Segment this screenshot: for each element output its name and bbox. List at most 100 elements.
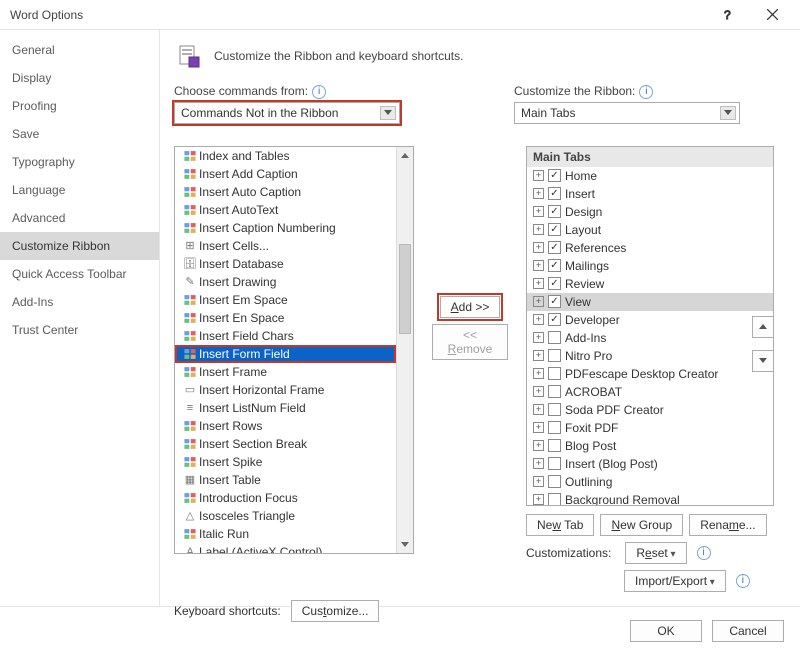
expand-icon[interactable]: + <box>533 494 544 505</box>
move-up-button[interactable] <box>752 316 774 338</box>
checkbox[interactable]: ✓ <box>548 277 561 290</box>
command-item[interactable]: Introduction Focus <box>175 489 396 507</box>
tree-item[interactable]: +PDFescape Desktop Creator <box>527 365 773 383</box>
sidebar-item-proofing[interactable]: Proofing <box>0 92 159 120</box>
tree-item[interactable]: +✓View <box>527 293 773 311</box>
tree-item[interactable]: +✓Review <box>527 275 773 293</box>
tree-item[interactable]: +✓Developer <box>527 311 773 329</box>
command-item[interactable]: △Isosceles Triangle <box>175 507 396 525</box>
tree-item[interactable]: +✓References <box>527 239 773 257</box>
ribbon-tree[interactable]: Main Tabs+✓Home+✓Insert+✓Design+✓Layout+… <box>526 146 774 506</box>
rename-button[interactable]: Rename... <box>689 514 766 536</box>
tree-item[interactable]: +Background Removal <box>527 491 773 505</box>
command-item[interactable]: Insert AutoText <box>175 201 396 219</box>
command-item[interactable]: ⊞Insert Cells... <box>175 237 396 255</box>
sidebar-item-trust-center[interactable]: Trust Center <box>0 316 159 344</box>
checkbox[interactable] <box>548 385 561 398</box>
sidebar-item-display[interactable]: Display <box>0 64 159 92</box>
scroll-up-button[interactable] <box>397 147 413 164</box>
import-export-menu-button[interactable]: Import/Export <box>624 570 726 592</box>
checkbox[interactable]: ✓ <box>548 241 561 254</box>
cancel-button[interactable]: Cancel <box>712 620 784 642</box>
commands-listbox[interactable]: Index and TablesInsert Add CaptionInsert… <box>174 146 414 554</box>
tree-item[interactable]: +Nitro Pro <box>527 347 773 365</box>
command-item[interactable]: ALabel (ActiveX Control) <box>175 543 396 553</box>
expand-icon[interactable]: + <box>533 296 544 307</box>
checkbox[interactable] <box>548 439 561 452</box>
ok-button[interactable]: OK <box>630 620 702 642</box>
checkbox[interactable] <box>548 493 561 505</box>
expand-icon[interactable]: + <box>533 332 544 343</box>
command-item[interactable]: Insert Add Caption <box>175 165 396 183</box>
sidebar-item-typography[interactable]: Typography <box>0 148 159 176</box>
scroll-down-button[interactable] <box>397 536 413 553</box>
expand-icon[interactable]: + <box>533 404 544 415</box>
close-button[interactable] <box>750 1 794 29</box>
command-item[interactable]: Insert En Space <box>175 309 396 327</box>
expand-icon[interactable]: + <box>533 386 544 397</box>
command-item[interactable]: ▭Insert Horizontal Frame <box>175 381 396 399</box>
tree-item[interactable]: +✓Home <box>527 167 773 185</box>
expand-icon[interactable]: + <box>533 188 544 199</box>
checkbox[interactable]: ✓ <box>548 223 561 236</box>
expand-icon[interactable]: + <box>533 440 544 451</box>
customize-shortcuts-button[interactable]: Customize... <box>291 600 380 622</box>
command-item[interactable]: Insert Form Field <box>175 345 396 363</box>
expand-icon[interactable]: + <box>533 368 544 379</box>
scrollbar[interactable] <box>396 147 413 553</box>
command-item[interactable]: Insert Rows <box>175 417 396 435</box>
checkbox[interactable] <box>548 349 561 362</box>
customize-ribbon-dropdown[interactable]: Main Tabs <box>514 102 740 124</box>
command-item[interactable]: Index and Tables <box>175 147 396 165</box>
expand-icon[interactable]: + <box>533 476 544 487</box>
expand-icon[interactable]: + <box>533 458 544 469</box>
sidebar-item-advanced[interactable]: Advanced <box>0 204 159 232</box>
add-button[interactable]: Add >> <box>440 296 501 318</box>
move-down-button[interactable] <box>752 350 774 372</box>
tree-item[interactable]: +ACROBAT <box>527 383 773 401</box>
tree-item[interactable]: +Soda PDF Creator <box>527 401 773 419</box>
tree-item[interactable]: +Add-Ins <box>527 329 773 347</box>
expand-icon[interactable]: + <box>533 278 544 289</box>
command-item[interactable]: 🗄Insert Database <box>175 255 396 273</box>
info-icon[interactable]: i <box>736 574 750 588</box>
checkbox[interactable]: ✓ <box>548 187 561 200</box>
tree-item[interactable]: +✓Design <box>527 203 773 221</box>
checkbox[interactable] <box>548 331 561 344</box>
tree-item[interactable]: +Insert (Blog Post) <box>527 455 773 473</box>
checkbox[interactable] <box>548 457 561 470</box>
tree-item[interactable]: +Foxit PDF <box>527 419 773 437</box>
tree-item[interactable]: +✓Insert <box>527 185 773 203</box>
expand-icon[interactable]: + <box>533 242 544 253</box>
sidebar-item-customize-ribbon[interactable]: Customize Ribbon <box>0 232 159 260</box>
choose-commands-dropdown[interactable]: Commands Not in the Ribbon <box>174 102 400 124</box>
expand-icon[interactable]: + <box>533 224 544 235</box>
command-item[interactable]: Insert Auto Caption <box>175 183 396 201</box>
tree-item[interactable]: +✓Mailings <box>527 257 773 275</box>
checkbox[interactable] <box>548 475 561 488</box>
command-item[interactable]: Insert Em Space <box>175 291 396 309</box>
info-icon[interactable]: i <box>697 546 711 560</box>
tree-item[interactable]: +✓Layout <box>527 221 773 239</box>
tree-item[interactable]: +Blog Post <box>527 437 773 455</box>
command-item[interactable]: ✎Insert Drawing <box>175 273 396 291</box>
checkbox[interactable]: ✓ <box>548 205 561 218</box>
reset-menu-button[interactable]: Reset <box>625 542 686 564</box>
tree-item[interactable]: +Outlining <box>527 473 773 491</box>
checkbox[interactable]: ✓ <box>548 295 561 308</box>
expand-icon[interactable]: + <box>533 422 544 433</box>
checkbox[interactable] <box>548 421 561 434</box>
expand-icon[interactable]: + <box>533 350 544 361</box>
expand-icon[interactable]: + <box>533 314 544 325</box>
checkbox[interactable]: ✓ <box>548 259 561 272</box>
sidebar-item-language[interactable]: Language <box>0 176 159 204</box>
expand-icon[interactable]: + <box>533 260 544 271</box>
command-item[interactable]: Insert Caption Numbering <box>175 219 396 237</box>
expand-icon[interactable]: + <box>533 206 544 217</box>
command-item[interactable]: Italic Run <box>175 525 396 543</box>
info-icon[interactable]: i <box>639 85 653 99</box>
command-item[interactable]: Insert Section Break <box>175 435 396 453</box>
sidebar-item-add-ins[interactable]: Add-Ins <box>0 288 159 316</box>
help-button[interactable]: ? <box>706 1 750 29</box>
sidebar-item-quick-access-toolbar[interactable]: Quick Access Toolbar <box>0 260 159 288</box>
